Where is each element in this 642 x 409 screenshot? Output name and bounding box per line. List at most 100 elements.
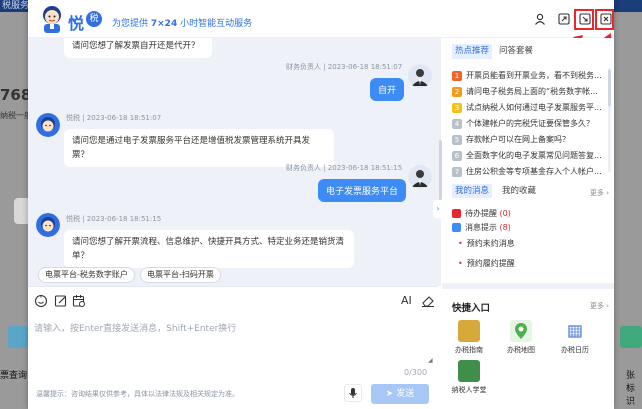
hot-rank-badge: 3 [452, 102, 462, 113]
hot-item-text: 试点纳税人如何通过电子发票服务平... [466, 103, 602, 112]
input-area: AI 请输入，按Enter直接发送消息，Shift+Enter换行 ◢ 0/30… [28, 286, 438, 409]
messages-more-link[interactable]: 更多 › [590, 188, 609, 198]
message-bot-3-line2: 单？ [72, 251, 90, 261]
tab-qa-package[interactable]: 问答套餐 [499, 44, 533, 59]
calendar-icon[interactable] [72, 294, 86, 308]
link-appointment-reminder-text: 预约履约提醒 [466, 259, 515, 268]
quick-item-label: 办税地图 [507, 346, 535, 354]
message-meta-5: 悦税 | 2023-06-18 18:51:15 [66, 215, 162, 223]
chip-scan-invoice[interactable]: 电票平台-扫码开票 [140, 267, 221, 283]
send-button[interactable]: ➤ 发送 [371, 384, 429, 404]
bot-avatar [36, 113, 60, 137]
map-pin-icon [510, 320, 532, 342]
ai-button[interactable]: AI [401, 294, 412, 307]
user-icon[interactable] [532, 11, 548, 27]
chat-area: 请问您想了解发票自开还是代开？ 财务负责人 | 2023-06-18 18:51… [28, 38, 438, 286]
link-appointment-reminder[interactable]: • 预约履约提醒 [458, 258, 515, 269]
background-text-left: 票查询 [0, 371, 28, 381]
message-notice[interactable]: 消息提示 (8) [452, 222, 511, 233]
quick-item-tax-map[interactable]: 办税地图 [502, 320, 540, 355]
quick-item-label: 纳税人学堂 [451, 386, 487, 394]
hot-item[interactable]: 3 试点纳税人如何通过电子发票服务平... [452, 100, 610, 116]
eraser-icon[interactable] [421, 294, 435, 308]
calendar-grid-icon [564, 320, 586, 342]
tax-guide-icon [458, 320, 480, 342]
message-bot-3: 请问您想了解开票流程、信息维护、快捷开具方式、特定业务还是销货清 单？ [64, 230, 354, 268]
hot-item-text: 个体建帐户的完税凭证要保管多久？ [466, 119, 594, 128]
link-appointment-unmet[interactable]: • 预约未约消息 [458, 238, 515, 249]
quick-item-tax-guide[interactable]: 办税指南 [450, 320, 488, 355]
user-avatar [408, 165, 432, 189]
hot-rank-badge: 1 [452, 70, 462, 81]
quick-item-label: 办税指南 [455, 346, 483, 354]
background-right [614, 12, 642, 409]
hot-list: 1 开票员能看到开票业务，看不到税务... 2 请问电子税务局上面的“税务数字帐..… [452, 68, 610, 180]
tagline-bold: 7×24 [150, 19, 178, 29]
user-avatar [408, 64, 432, 88]
tagline-suffix: 小时智能互动服务 [177, 19, 253, 29]
char-counter: 0/300 [404, 368, 428, 377]
highlight-box-close [595, 9, 614, 30]
todo-reminder[interactable]: 待办提醒 (0) [452, 208, 511, 219]
bot-avatar [36, 213, 60, 237]
background-tile-left [8, 326, 30, 348]
hot-item[interactable]: 2 请问电子税务局上面的“税务数字帐... [452, 84, 610, 100]
chip-tax-account[interactable]: 电票平台-税务数字账户 [38, 267, 135, 283]
emoji-icon[interactable] [34, 294, 48, 308]
brand-badge: 税 [86, 11, 102, 27]
resize-handle[interactable]: ◢ [428, 357, 433, 364]
message-meta-4: 财务负责人 | 2023-06-18 18:51:15 [286, 164, 403, 172]
assistant-logo [43, 6, 61, 33]
todo-count: (0) [499, 209, 511, 218]
hot-item[interactable]: 5 存款帐户可以在网上备案吗？ [452, 132, 610, 148]
quick-item-tax-calendar[interactable]: 办税日历 [556, 320, 594, 355]
highlight-box-minimize [574, 9, 594, 30]
message-meta-2: 财务负责人 | 2023-06-18 18:51:07 [286, 63, 403, 71]
edit-icon[interactable] [54, 294, 68, 308]
notice-count: (8) [499, 223, 511, 232]
hot-item-text: 开票员能看到开票业务，看不到税务... [466, 71, 602, 80]
message-input[interactable]: 请输入，按Enter直接发送消息，Shift+Enter换行 [34, 321, 236, 334]
hot-item[interactable]: 7 住房公积金等专项基金存入个人帐户... [452, 164, 610, 180]
background-tile-right [620, 326, 642, 348]
quick-item-label: 办税日历 [561, 346, 589, 354]
dialog-header: 悦 税 为您提供 7×24 小时智能互动服务 [28, 0, 614, 38]
hot-item[interactable]: 4 个体建帐户的完税凭证要保管多久？ [452, 116, 610, 132]
message-user-1: 自开 [370, 78, 405, 101]
hot-item[interactable]: 6 全面数字化的电子发票常见问题答复... [452, 148, 610, 164]
todo-icon [452, 209, 461, 218]
hot-tabs: 热点推荐 问答套餐 [442, 38, 614, 64]
tab-my-favorites[interactable]: 我的收藏 [502, 184, 536, 198]
hot-rank-badge: 2 [452, 86, 462, 97]
chat-dialog: 悦 税 为您提供 7×24 小时智能互动服务 请问您想了解发票自开还是代开？ 财… [28, 0, 614, 409]
message-bot-2: 请问您是通过电子发票服务平台还是增值税发票管理系统开具发票？ [64, 129, 334, 167]
quick-item-taxpayer-school[interactable]: 纳税人学堂 [450, 360, 488, 395]
hot-rank-badge: 4 [452, 118, 462, 129]
notice-label: 消息提示 [465, 223, 497, 232]
tab-hot-recommend[interactable]: 热点推荐 [452, 44, 493, 59]
section-divider [442, 283, 614, 289]
tagline-prefix: 为您提供 [112, 19, 151, 29]
hot-rank-badge: 5 [452, 134, 462, 145]
school-board-icon [458, 360, 480, 382]
hot-item[interactable]: 1 开票员能看到开票业务，看不到税务... [452, 68, 610, 84]
microphone-button[interactable] [344, 384, 362, 402]
microphone-icon [349, 388, 357, 398]
notice-icon [452, 223, 461, 232]
message-bot-3-line1: 请问您想了解开票流程、信息维护、快捷开具方式、特定业务还是销货清 [72, 237, 345, 247]
message-bot-1: 请问您想了解发票自开还是代开？ [64, 38, 212, 58]
hot-item-text: 请问电子税务局上面的“税务数字帐... [466, 87, 598, 96]
message-meta-3: 悦税 | 2023-06-18 18:51:07 [66, 114, 162, 122]
tagline: 为您提供 7×24 小时智能互动服务 [112, 16, 252, 29]
hot-scrollbar-thumb[interactable] [608, 70, 611, 106]
hot-rank-badge: 6 [452, 150, 462, 161]
quick-access-title: 快捷入口 [452, 303, 491, 314]
expand-icon[interactable] [556, 11, 572, 27]
tab-my-messages[interactable]: 我的消息 [452, 184, 493, 198]
hot-item-text: 住房公积金等专项基金存入个人帐户... [466, 167, 602, 176]
side-panel: 热点推荐 问答套餐 1 开票员能看到开票业务，看不到税务... 2 请问电子税务局上… [442, 38, 614, 409]
quick-more-link[interactable]: 更多 › [590, 301, 609, 311]
brand-name: 悦 [68, 14, 85, 33]
disclaimer-text: 温馨提示：咨询结果仅供参考，具体以法律法规及相关规定为准。 [36, 390, 239, 398]
hot-item-text: 存款帐户可以在网上备案吗？ [466, 135, 570, 144]
